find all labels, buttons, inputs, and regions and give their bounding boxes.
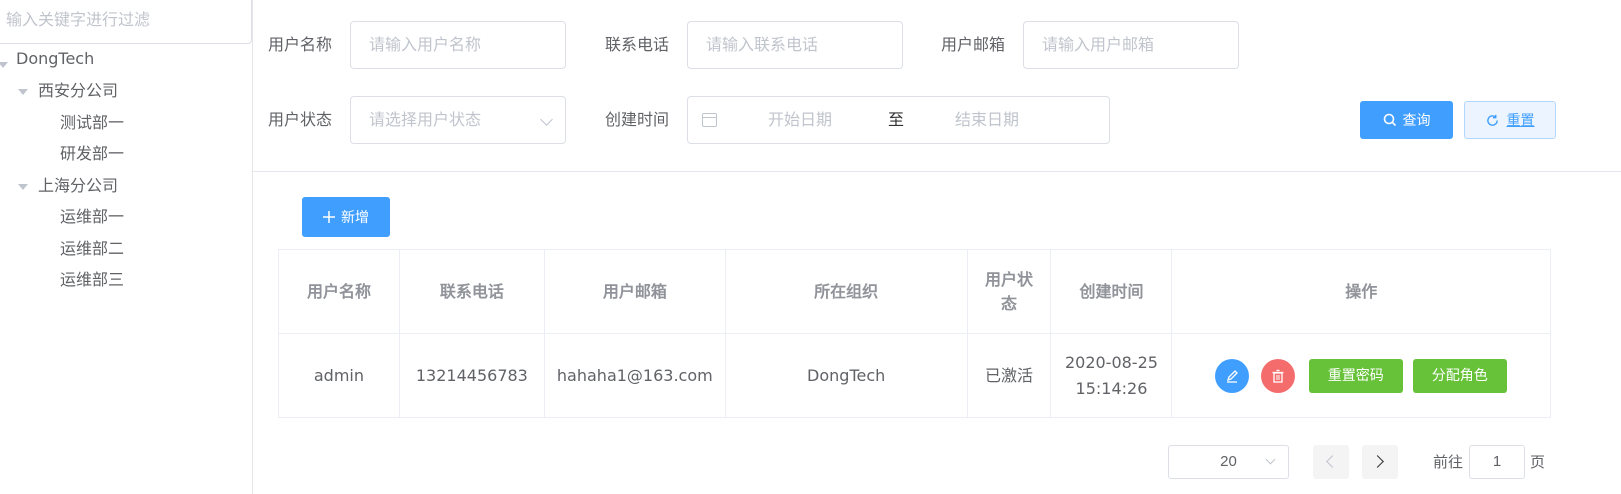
delete-button[interactable] [1260,358,1295,393]
caret-down-icon[interactable] [0,62,8,68]
reset-button-label: 重置 [1506,113,1535,129]
caret-down-icon[interactable] [18,89,28,95]
date-range-picker[interactable]: 开始日期 至 结束日期 [687,96,1110,144]
tree-node-shanghai[interactable]: 上海分公司 [38,172,118,200]
range-separator: 至 [888,110,905,129]
header-username: 用户名称 [278,249,400,334]
chevron-left-icon [1326,455,1339,468]
end-date-input[interactable]: 结束日期 [955,97,1019,143]
user-table: 用户名称 联系电话 用户邮箱 所在组织 用户状态 创建时间 操作 admin 1… [278,249,1551,418]
tree-node-test-dept-1[interactable]: 测试部一 [60,109,124,137]
cell-username: admin [278,333,400,418]
header-status: 用户状态 [966,249,1052,334]
next-page-button[interactable] [1362,445,1398,479]
created-time: 15:14:26 [1075,378,1148,398]
chevron-down-icon [1265,454,1276,465]
header-email: 用户邮箱 [543,249,726,334]
assign-role-button[interactable]: 分配角色 [1412,358,1507,393]
status-select[interactable]: 请选择用户状态 [350,96,566,144]
header-org: 所在组织 [724,249,968,334]
calendar-icon [702,113,717,127]
cell-email: hahaha1@163.com [543,333,726,418]
caret-down-icon[interactable] [18,184,28,190]
edit-icon [1226,369,1238,383]
chevron-right-icon [1371,455,1384,468]
created-date: 2020-08-25 [1064,352,1158,372]
page-size-value: 20 [1220,453,1237,470]
query-button-label: 查询 [1402,113,1431,129]
phone-input[interactable]: 请输入联系电话 [687,21,903,69]
cell-status: 已激活 [966,333,1052,418]
org-tree-panel: 输入关键字进行过滤 DongTech 西安分公司 测试部一 研发部一 上海分公司… [0,0,253,494]
email-label: 用户邮箱 [941,35,1006,54]
page-size-select[interactable]: 20 [1168,445,1289,479]
refresh-icon [1486,114,1498,126]
tree-filter-input[interactable]: 输入关键字进行过滤 [0,0,252,44]
tree-node-xian[interactable]: 西安分公司 [38,77,118,105]
page-suffix-label: 页 [1530,453,1546,471]
chevron-down-icon [540,113,553,126]
goto-label: 前往 [1433,453,1464,471]
prev-page-button[interactable] [1313,445,1349,479]
created-time-label: 创建时间 [605,110,670,129]
add-user-button[interactable]: 新增 [302,197,390,237]
table-row: admin 13214456783 hahaha1@163.com DongTe… [278,333,1551,418]
table-header-row: 用户名称 联系电话 用户邮箱 所在组织 用户状态 创建时间 操作 [278,249,1551,334]
edit-button[interactable] [1214,358,1249,393]
header-actions: 操作 [1171,249,1551,334]
status-label: 用户状态 [268,110,333,129]
search-icon [1383,113,1396,127]
username-label: 用户名称 [268,35,333,54]
phone-label: 联系电话 [605,35,670,54]
tree-node-dev-dept-1[interactable]: 研发部一 [60,140,124,168]
username-input[interactable]: 请输入用户名称 [350,21,566,69]
header-phone: 联系电话 [398,249,545,334]
query-button[interactable]: 查询 [1360,101,1453,139]
cell-phone: 13214456783 [398,333,545,418]
email-input[interactable]: 请输入用户邮箱 [1023,21,1239,69]
cell-created: 2020-08-25 15:14:26 [1050,333,1173,418]
start-date-input[interactable]: 开始日期 [768,97,832,143]
tree-node-ops-dept-3[interactable]: 运维部三 [60,266,124,294]
cell-actions: 重置密码 分配角色 [1171,333,1551,418]
header-created: 创建时间 [1050,249,1173,334]
cell-org: DongTech [724,333,968,418]
page-jump-input[interactable]: 1 [1469,445,1525,479]
tree-node-ops-dept-1[interactable]: 运维部一 [60,203,124,231]
tree-node-ops-dept-2[interactable]: 运维部二 [60,235,124,263]
plus-icon [323,211,335,223]
reset-password-button[interactable]: 重置密码 [1308,358,1403,393]
tree-node-dongtech[interactable]: DongTech [16,45,94,73]
status-select-placeholder: 请选择用户状态 [369,110,482,129]
add-user-button-label: 新增 [341,210,369,226]
trash-icon [1272,369,1284,383]
reset-button[interactable]: 重置 [1464,101,1556,139]
